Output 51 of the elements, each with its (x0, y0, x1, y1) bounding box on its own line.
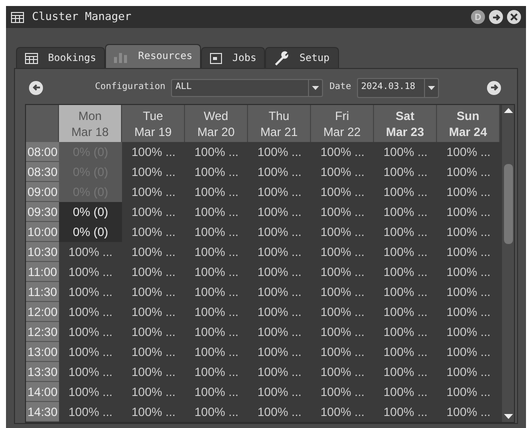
time-cell: 13:30 (26, 362, 59, 382)
calendar-icon (11, 12, 24, 22)
day-header: Tue Mar 19 (122, 105, 185, 142)
time-cell: 10:30 (26, 242, 59, 262)
next-button[interactable] (487, 80, 501, 94)
tab[interactable]: Resources (105, 44, 202, 68)
day-header: Sun Mar 24 (437, 105, 500, 142)
configuration-dropdown[interactable]: ALL (171, 78, 324, 96)
day-header: Sat Mar 23 (374, 105, 437, 142)
date-label: Date (329, 80, 352, 94)
wrench-icon (274, 50, 290, 66)
arrow-right-icon (492, 12, 500, 22)
configuration-label: Configuration (95, 80, 166, 94)
scroll-up-icon (504, 108, 512, 113)
close-icon (510, 13, 518, 21)
tab[interactable]: Bookings (16, 47, 106, 68)
time-cell: 10:00 (26, 222, 59, 242)
time-cell: 09:30 (26, 202, 59, 222)
scroll-down-icon (504, 414, 512, 419)
bar-chart-icon (114, 50, 128, 62)
time-cell: 11:00 (26, 262, 59, 282)
tab[interactable]: Setup (265, 47, 339, 68)
time-cell: 14:30 (26, 402, 59, 422)
arrow-right-icon (490, 83, 498, 92)
previous-button[interactable] (29, 80, 43, 94)
time-cell: 14:00 (26, 382, 59, 402)
day-header: Mon Mar 18 (59, 105, 122, 142)
table-cell: 0% (0) (59, 222, 122, 242)
caret-icon (428, 86, 436, 90)
window-icon (210, 52, 222, 64)
day-header: Fri Mar 22 (311, 105, 374, 142)
table-cell: 0% (0) (59, 202, 122, 222)
window-title: Cluster Manager (32, 8, 132, 25)
arrow-left-icon (32, 83, 40, 92)
time-cell: 11:30 (26, 282, 59, 302)
tab[interactable]: Jobs (201, 47, 266, 68)
day-header: Wed Mar 20 (185, 105, 248, 142)
calendar-icon (25, 52, 38, 64)
time-cell: 13:00 (26, 342, 59, 362)
time-cell: 08:00 (26, 142, 59, 162)
time-cell: 12:30 (26, 322, 59, 342)
time-cell: 12:00 (26, 302, 59, 322)
time-cell: 08:30 (26, 162, 59, 182)
date-dropdown[interactable]: 2024.03.18 (357, 78, 440, 98)
caret-icon (312, 86, 320, 90)
time-cell: 09:00 (26, 182, 59, 202)
scroll-thumb[interactable] (504, 164, 512, 244)
scrollbar[interactable] (502, 105, 514, 422)
arrow-button[interactable] (489, 10, 503, 24)
close-button[interactable] (507, 10, 521, 24)
day-header: Thu Mar 21 (248, 105, 311, 142)
